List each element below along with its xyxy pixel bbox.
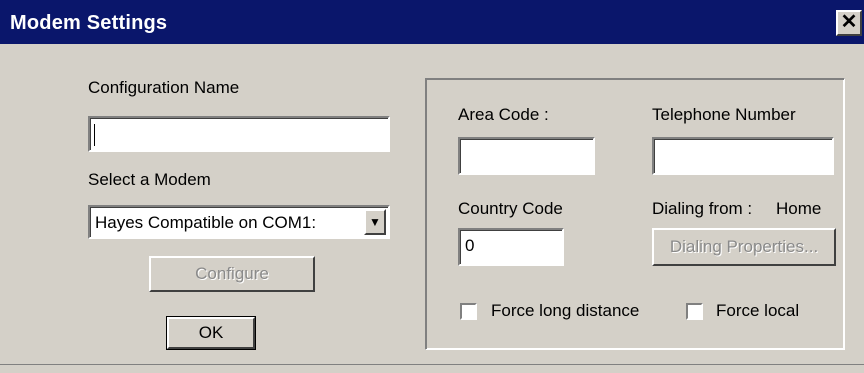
area-code-label: Area Code :: [458, 105, 549, 124]
text-caret: [94, 124, 95, 146]
configure-button[interactable]: Configure: [149, 256, 315, 292]
dialing-from-label: Dialing from :: [652, 199, 753, 218]
force-local-label: Force local: [716, 301, 800, 320]
force-local-checkbox[interactable]: [686, 303, 703, 320]
area-code-input[interactable]: [458, 137, 595, 175]
close-button[interactable]: ✕: [836, 10, 862, 36]
telephone-number-input[interactable]: [652, 137, 834, 175]
window-title: Modem Settings: [10, 12, 168, 34]
country-code-value: 0: [465, 236, 475, 255]
select-modem-label: Select a Modem: [88, 170, 211, 189]
telephone-number-label: Telephone Number: [652, 105, 796, 124]
country-code-input[interactable]: 0: [458, 228, 564, 266]
country-code-label: Country Code: [458, 199, 563, 218]
title-bar: Modem Settings ✕: [0, 0, 864, 44]
configuration-name-input[interactable]: [88, 116, 390, 152]
modem-select[interactable]: Hayes Compatible on COM1: ▼: [88, 205, 390, 239]
modem-select-value: Hayes Compatible on COM1:: [95, 213, 317, 232]
configuration-name-label: Configuration Name: [88, 78, 240, 97]
ok-button[interactable]: OK: [166, 316, 256, 350]
dialing-from-value: Home: [776, 199, 822, 218]
force-long-distance-checkbox[interactable]: [460, 303, 477, 320]
close-icon: ✕: [840, 11, 858, 33]
chevron-down-icon: ▼: [369, 215, 381, 229]
dropdown-arrow-button[interactable]: ▼: [364, 209, 386, 235]
dialing-properties-button[interactable]: Dialing Properties...: [652, 228, 836, 266]
force-long-distance-label: Force long distance: [491, 301, 640, 320]
window-bottom-border: [0, 364, 864, 365]
